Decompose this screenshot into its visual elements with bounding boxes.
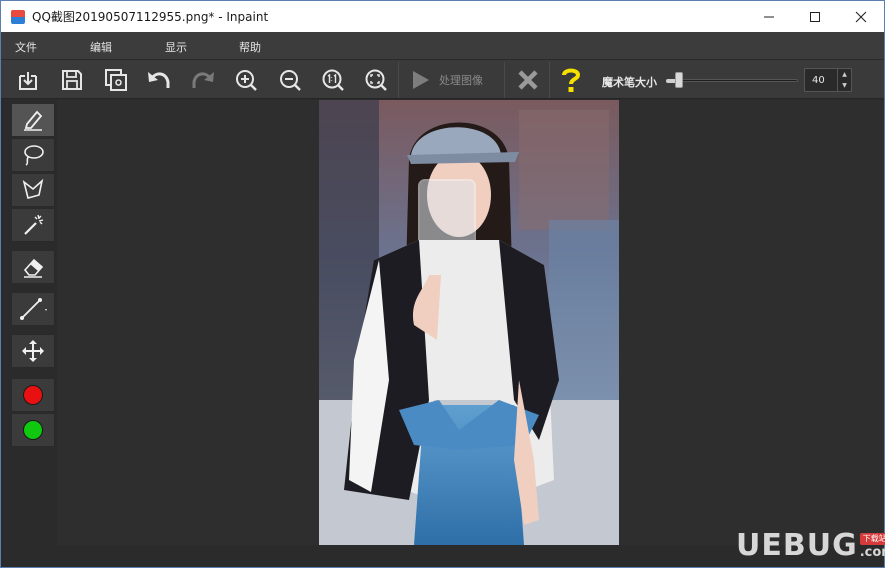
eraser-icon [23, 258, 44, 278]
red-color-swatch [23, 385, 43, 405]
spin-down-arrow-icon[interactable]: ▼ [838, 80, 851, 91]
zoom-in-button[interactable] [233, 67, 259, 93]
menu-edit[interactable]: 编辑 [90, 39, 112, 55]
watermark-suffix-group: 下载站 .com [859, 533, 885, 561]
lasso-tool-button[interactable] [11, 138, 55, 172]
watermark-logo: UEBUG 下载站 .com [736, 531, 885, 561]
brush-size-value: 40 [812, 74, 825, 86]
polygon-lasso-icon [22, 178, 44, 199]
brush-size-spinbox[interactable]: 40 ▲ ▼ [804, 68, 852, 92]
question-icon [562, 68, 581, 92]
red-marker-color-button[interactable] [11, 378, 55, 412]
spin-up-arrow-icon[interactable]: ▲ [838, 69, 851, 80]
window-controls [746, 1, 884, 32]
image-canvas[interactable] [319, 100, 619, 545]
minimize-button[interactable] [746, 1, 792, 32]
redo-icon [192, 72, 214, 88]
minimize-icon [764, 16, 774, 17]
lasso-icon [24, 145, 44, 166]
tool-panel [9, 100, 57, 545]
menu-file[interactable]: 文件 [15, 39, 37, 55]
watermark-brand: UEBUG [736, 528, 858, 563]
save-button[interactable] [59, 67, 85, 93]
actual-size-button[interactable] [320, 67, 346, 93]
close-button[interactable] [838, 1, 884, 32]
canvas-area[interactable] [57, 100, 884, 545]
redo-button[interactable] [190, 67, 216, 93]
green-color-swatch [23, 420, 43, 440]
clear-selection-button[interactable] [515, 67, 541, 93]
title-bar: QQ截图20190507112955.png* - Inpaint [1, 1, 884, 32]
toolbar: 处理图像 魔术笔大小 40 ▲ ▼ [1, 59, 884, 99]
maximize-button[interactable] [792, 1, 838, 32]
toolbar-separator [549, 62, 550, 98]
magic-wand-icon [24, 214, 44, 235]
play-icon [413, 71, 429, 89]
spin-arrows: ▲ ▼ [837, 69, 851, 91]
window-title: QQ截图20190507112955.png* - Inpaint [32, 10, 269, 24]
process-image-button[interactable]: 处理图像 [409, 67, 483, 93]
toolbar-separator [504, 62, 505, 98]
zoom-in-icon [236, 70, 257, 91]
actual-size-icon [322, 69, 344, 91]
marker-tool-button[interactable] [11, 103, 55, 137]
help-button[interactable] [558, 67, 584, 93]
close-icon [855, 11, 867, 22]
open-icon [19, 72, 37, 90]
move-arrows-icon [22, 340, 44, 362]
app-icon [11, 9, 25, 24]
zoom-out-button[interactable] [277, 67, 303, 93]
brush-size-label: 魔术笔大小 [602, 76, 657, 89]
eraser-tool-button[interactable] [11, 250, 55, 284]
app-window: QQ截图20190507112955.png* - Inpaint 文件 编辑 … [0, 0, 885, 568]
open-button[interactable] [15, 67, 41, 93]
zoom-out-icon [280, 70, 301, 91]
menu-view[interactable]: 显示 [165, 39, 187, 55]
fit-window-icon [365, 69, 387, 91]
fit-window-button[interactable] [363, 67, 389, 93]
polygon-lasso-tool-button[interactable] [11, 173, 55, 207]
brush-size-slider-handle[interactable] [675, 72, 684, 88]
watermark-suffix: .com [859, 545, 885, 560]
clear-x-icon [518, 70, 538, 90]
watermark-badge: 下载站 [859, 533, 885, 545]
maximize-icon [810, 11, 820, 22]
marker-pen-icon [24, 110, 43, 131]
menu-help[interactable]: 帮助 [239, 39, 261, 55]
magic-wand-tool-button[interactable] [11, 208, 55, 242]
photo-illustration [319, 100, 619, 545]
undo-button[interactable] [146, 67, 172, 93]
process-image-label: 处理图像 [439, 74, 483, 87]
line-tool-button[interactable] [11, 292, 55, 326]
menu-bar: 文件 编辑 显示 帮助 [1, 32, 884, 59]
green-marker-color-button[interactable] [11, 413, 55, 447]
line-tool-icon [20, 298, 47, 320]
undo-icon [148, 72, 170, 88]
move-tool-button[interactable] [11, 334, 55, 368]
brush-size-slider[interactable] [666, 79, 798, 82]
save-as-icon [105, 69, 127, 91]
save-icon [62, 70, 82, 90]
toolbar-separator [398, 62, 399, 98]
save-as-button[interactable] [103, 67, 129, 93]
